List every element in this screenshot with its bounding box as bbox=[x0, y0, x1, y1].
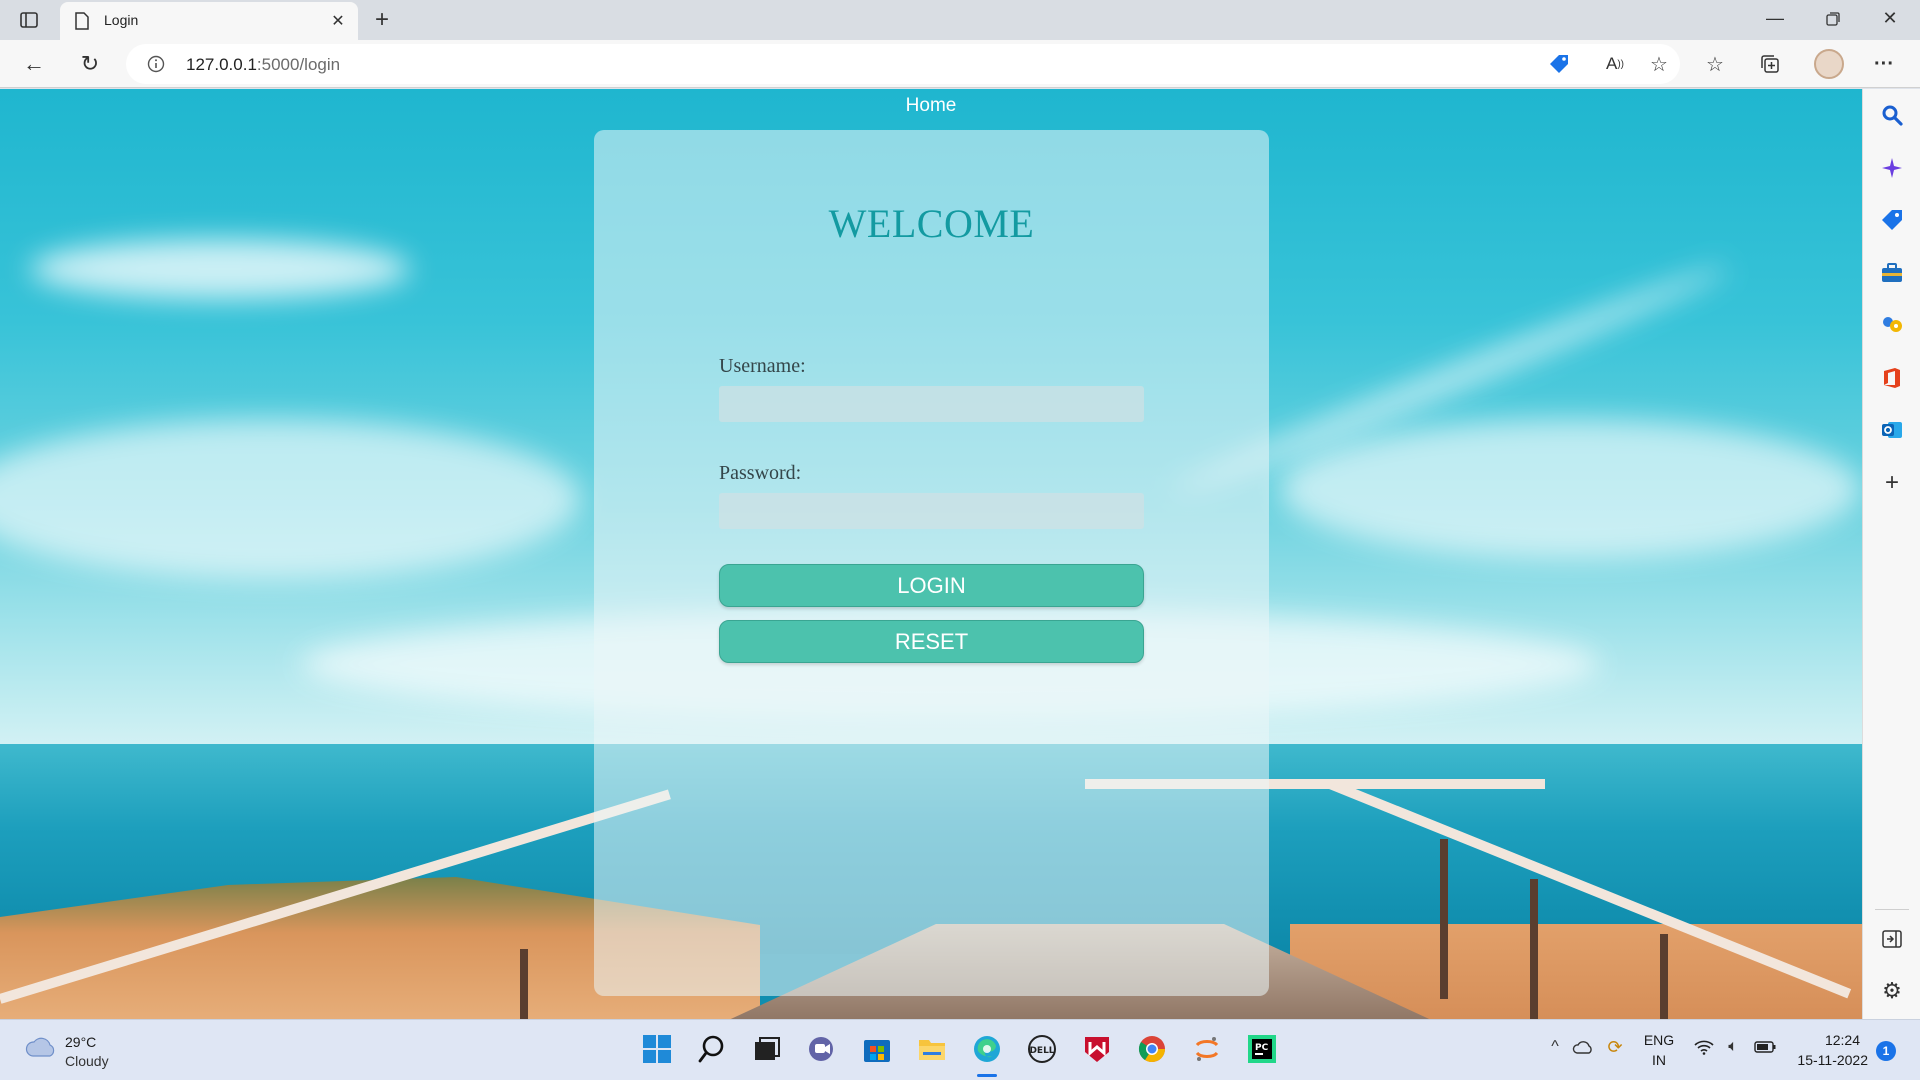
background-cloud bbox=[30, 239, 410, 299]
microsoft-store-icon[interactable] bbox=[862, 1034, 892, 1064]
sync-icon[interactable]: ⟳ bbox=[1604, 1036, 1626, 1058]
browser-toolbar: ← ↻ 127.0.0.1:5000/login A)) ☆ ☆ ··· bbox=[0, 40, 1920, 88]
task-view-icon[interactable] bbox=[752, 1034, 782, 1064]
background-post bbox=[520, 949, 528, 1019]
mcafee-icon[interactable] bbox=[1082, 1034, 1112, 1064]
tab-title: Login bbox=[104, 12, 139, 28]
username-label: Username: bbox=[719, 355, 806, 377]
active-app-indicator bbox=[977, 1074, 997, 1077]
background-post bbox=[1440, 839, 1448, 999]
weather-cloud-icon[interactable] bbox=[24, 1034, 58, 1060]
close-tab-icon[interactable]: ✕ bbox=[328, 11, 348, 31]
shopping-tag-icon[interactable] bbox=[1548, 53, 1570, 75]
browser-sidebar: + ⚙ bbox=[1862, 89, 1920, 1019]
nav-home-link[interactable]: Home bbox=[0, 95, 1862, 117]
url-text: 127.0.0.1:5000/login bbox=[186, 55, 340, 75]
search-taskbar-icon[interactable] bbox=[697, 1034, 727, 1064]
more-options-icon[interactable]: ··· bbox=[1872, 52, 1896, 76]
search-icon[interactable] bbox=[1880, 103, 1904, 127]
minimize-icon[interactable]: — bbox=[1765, 8, 1785, 28]
profile-avatar[interactable] bbox=[1814, 49, 1844, 79]
weather-temperature[interactable]: 29°C bbox=[65, 1034, 96, 1050]
page-viewport: Home WELCOME Username: Password: LOGIN R… bbox=[0, 89, 1862, 1019]
background-cloud bbox=[1280, 419, 1860, 559]
hide-sidebar-icon[interactable] bbox=[1880, 927, 1904, 951]
battery-icon[interactable] bbox=[1754, 1036, 1776, 1058]
restore-icon[interactable] bbox=[1823, 9, 1843, 29]
page-icon bbox=[74, 11, 90, 31]
welcome-title: WELCOME bbox=[828, 201, 1035, 246]
onedrive-cloud-icon[interactable] bbox=[1572, 1036, 1594, 1058]
shopping-icon[interactable] bbox=[1880, 208, 1904, 232]
password-label: Password: bbox=[719, 462, 802, 484]
new-tab-icon[interactable]: + bbox=[370, 6, 394, 33]
language-indicator-bottom[interactable]: IN bbox=[1642, 1052, 1676, 1068]
tab-login[interactable]: Login ✕ bbox=[60, 2, 358, 40]
edge-browser-icon[interactable] bbox=[972, 1034, 1002, 1064]
chat-teams-icon[interactable] bbox=[807, 1034, 837, 1064]
svg-text:PC: PC bbox=[1255, 1043, 1269, 1053]
jupyter-icon[interactable] bbox=[1192, 1034, 1222, 1064]
office-icon[interactable] bbox=[1880, 366, 1904, 390]
login-card: WELCOME Username: Password: LOGIN RESET bbox=[594, 130, 1269, 996]
weather-description[interactable]: Cloudy bbox=[65, 1053, 109, 1069]
pycharm-icon[interactable]: PC bbox=[1247, 1034, 1277, 1064]
windows-taskbar: 29°C Cloudy DELL PC ^ ⟳ ENG IN 🔈︎ 12:24 … bbox=[0, 1019, 1920, 1080]
svg-text:DELL: DELL bbox=[1029, 1046, 1054, 1056]
tab-actions-icon[interactable] bbox=[18, 10, 40, 30]
read-aloud-icon[interactable]: A)) bbox=[1604, 53, 1626, 75]
sidebar-settings-icon[interactable]: ⚙ bbox=[1880, 978, 1904, 1003]
address-bar[interactable]: 127.0.0.1:5000/login A)) ☆ bbox=[126, 44, 1680, 84]
language-indicator-top[interactable]: ENG bbox=[1642, 1032, 1676, 1048]
reset-button[interactable]: RESET bbox=[719, 620, 1144, 663]
sidebar-divider bbox=[1875, 909, 1909, 910]
outlook-icon[interactable] bbox=[1880, 418, 1904, 442]
background-post bbox=[1660, 934, 1668, 1019]
start-windows-icon[interactable] bbox=[642, 1034, 672, 1064]
discover-sparkle-icon[interactable] bbox=[1880, 156, 1904, 180]
login-button[interactable]: LOGIN bbox=[719, 564, 1144, 607]
favorites-icon[interactable]: ☆ bbox=[1703, 52, 1727, 76]
add-sidebar-app-icon[interactable]: + bbox=[1880, 469, 1904, 496]
show-hidden-icons-icon[interactable]: ^ bbox=[1546, 1038, 1564, 1056]
close-window-icon[interactable]: ✕ bbox=[1880, 8, 1900, 28]
browser-tab-bar: Login ✕ + — ✕ bbox=[0, 0, 1920, 40]
file-explorer-icon[interactable] bbox=[917, 1034, 947, 1064]
clock-time[interactable]: 12:24 bbox=[1790, 1032, 1860, 1048]
url-path: :5000/login bbox=[256, 55, 341, 74]
site-info-icon[interactable] bbox=[146, 54, 166, 74]
background-post bbox=[1530, 879, 1538, 1019]
url-host: 127.0.0.1 bbox=[186, 55, 257, 74]
dell-icon[interactable]: DELL bbox=[1027, 1034, 1057, 1064]
add-favorite-icon[interactable]: ☆ bbox=[1648, 53, 1670, 76]
wifi-icon[interactable] bbox=[1693, 1036, 1715, 1058]
background-cloud bbox=[0, 419, 580, 579]
chrome-icon[interactable] bbox=[1137, 1034, 1167, 1064]
tools-icon[interactable] bbox=[1880, 261, 1904, 285]
back-icon[interactable]: ← bbox=[22, 51, 46, 76]
password-input[interactable] bbox=[719, 493, 1144, 529]
volume-icon[interactable]: 🔈︎ bbox=[1722, 1036, 1744, 1058]
clock-date[interactable]: 15-11-2022 bbox=[1790, 1052, 1868, 1068]
refresh-icon[interactable]: ↻ bbox=[78, 51, 102, 76]
games-icon[interactable] bbox=[1880, 313, 1904, 337]
notification-badge[interactable]: 1 bbox=[1876, 1041, 1896, 1061]
username-input[interactable] bbox=[719, 386, 1144, 422]
collections-icon[interactable] bbox=[1758, 52, 1782, 76]
